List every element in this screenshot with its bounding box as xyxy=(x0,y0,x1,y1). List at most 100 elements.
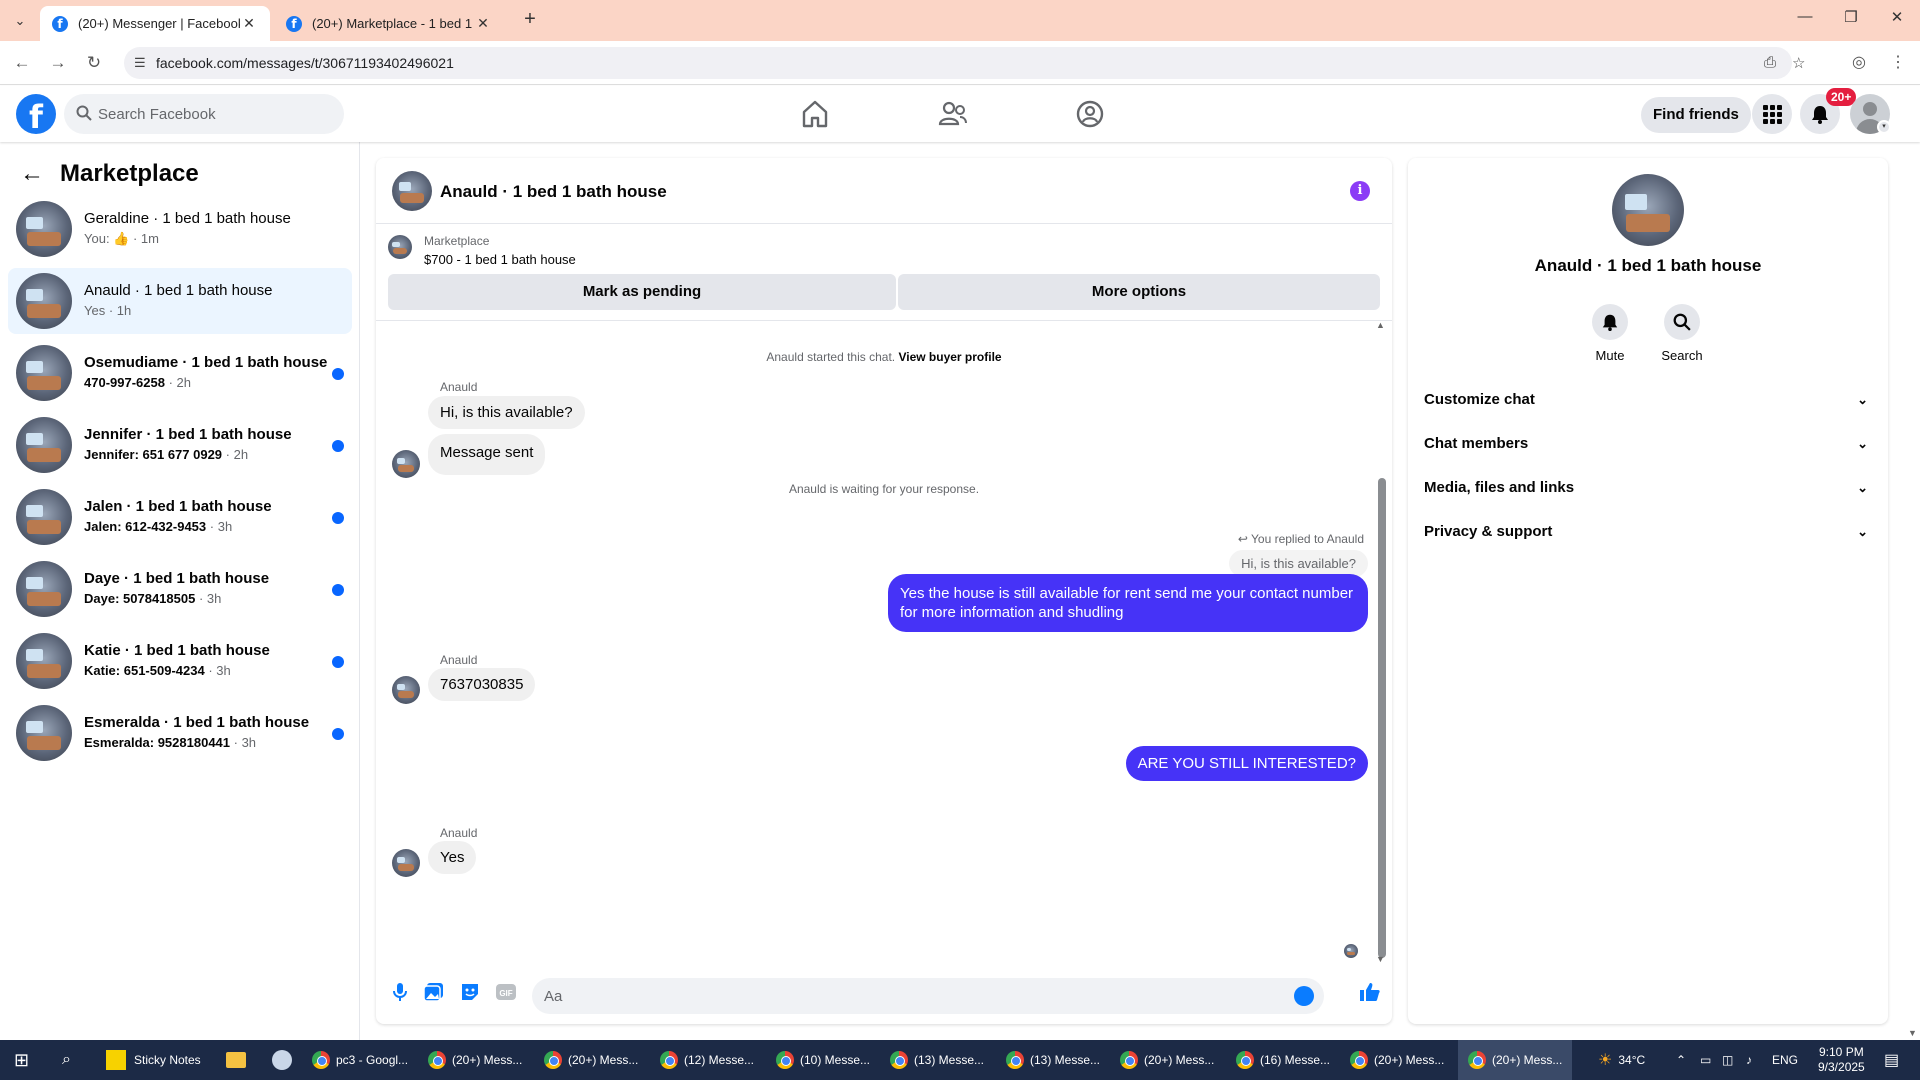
tab-search-icon[interactable]: ⌄ xyxy=(8,10,32,32)
conversation-osemudiame[interactable]: Osemudiame · 1 bed 1 bath house 470-997-… xyxy=(8,340,352,406)
taskbar-chrome-window[interactable]: (16) Messe... xyxy=(1236,1040,1330,1080)
scroll-up-icon: ▲ xyxy=(1376,320,1385,330)
taskbar-chrome-window[interactable]: (13) Messe... xyxy=(1006,1040,1100,1080)
conversation-jennifer[interactable]: Jennifer · 1 bed 1 bath house Jennifer: … xyxy=(8,412,352,478)
conversation-geraldine[interactable]: Geraldine · 1 bed 1 bath house You: 👍 · … xyxy=(8,196,352,262)
conversation-esmeralda[interactable]: Esmeralda · 1 bed 1 bath house Esmeralda… xyxy=(8,700,352,766)
restore-icon[interactable]: ❐ xyxy=(1836,8,1866,26)
chat-members-row[interactable]: Chat members ⌄ xyxy=(1424,422,1872,466)
customize-chat-row[interactable]: Customize chat ⌄ xyxy=(1424,378,1872,422)
volume-icon[interactable]: ♪ xyxy=(1746,1040,1752,1080)
message-input[interactable] xyxy=(544,978,1284,1014)
chat-scrollbar[interactable]: ▲ ▼ xyxy=(1376,320,1386,964)
privacy-support-row[interactable]: Privacy & support ⌄ xyxy=(1424,510,1872,554)
install-app-icon[interactable]: ⎙ xyxy=(1764,54,1776,71)
unread-dot xyxy=(332,584,344,596)
taskbar-chrome-window[interactable]: (20+) Mess... xyxy=(1120,1040,1214,1080)
sticker-icon[interactable] xyxy=(458,980,482,1004)
outgoing-message[interactable]: Yes the house is still available for ren… xyxy=(888,574,1368,632)
conversation-jalen[interactable]: Jalen · 1 bed 1 bath house Jalen: 612-43… xyxy=(8,484,352,550)
taskbar-chrome-window-active[interactable]: (20+) Mess... xyxy=(1458,1040,1573,1080)
start-button[interactable]: ⊞ xyxy=(14,1040,29,1080)
info-icon[interactable]: i xyxy=(1350,181,1370,201)
network-icon[interactable]: ▭ xyxy=(1700,1040,1711,1080)
gif-icon[interactable]: GIF xyxy=(494,980,518,1004)
search-icon[interactable]: ⌕ xyxy=(62,1040,71,1080)
media-files-links-row[interactable]: Media, files and links ⌄ xyxy=(1424,466,1872,510)
back-icon[interactable]: ← xyxy=(10,51,34,75)
listing-thumbnail[interactable] xyxy=(388,235,412,259)
conversation-katie[interactable]: Katie · 1 bed 1 bath house Katie: 651-50… xyxy=(8,628,352,694)
taskbar-chrome-window[interactable]: (20+) Mess... xyxy=(544,1040,638,1080)
chat-title[interactable]: Anauld · 1 bed 1 bath house xyxy=(440,182,667,202)
close-tab-icon[interactable]: ✕ xyxy=(474,15,492,32)
emoji-icon[interactable] xyxy=(1294,986,1314,1006)
incoming-message[interactable]: Message sent xyxy=(428,434,546,475)
taskbar-chrome-window[interactable]: (20+) Mess... xyxy=(428,1040,522,1080)
friends-icon[interactable] xyxy=(937,98,969,130)
tab-marketplace[interactable]: f (20+) Marketplace - 1 bed 1 ba ✕ xyxy=(274,6,504,41)
chat-avatar[interactable] xyxy=(392,171,432,211)
page-scrollbar[interactable]: ▲ ▼ xyxy=(1906,86,1920,1040)
close-tab-icon[interactable]: ✕ xyxy=(240,15,258,32)
chevron-down-icon[interactable]: ▾ xyxy=(1877,120,1891,134)
mute-button[interactable]: Mute xyxy=(1580,304,1640,363)
view-buyer-profile-link[interactable]: View buyer profile xyxy=(898,350,1001,364)
taskbar-chrome-window[interactable]: (13) Messe... xyxy=(890,1040,984,1080)
microphone-icon[interactable] xyxy=(388,980,412,1004)
back-arrow-icon[interactable]: ← xyxy=(20,160,44,188)
search-conversation-button[interactable]: Search xyxy=(1652,304,1712,363)
taskbar-chrome-window[interactable]: (20+) Mess... xyxy=(1350,1040,1444,1080)
menu-grid-icon[interactable] xyxy=(1752,94,1792,134)
taskbar-sticky-notes[interactable]: Sticky Notes xyxy=(106,1040,201,1080)
bookmark-star-icon[interactable]: ☆ xyxy=(1792,54,1805,72)
notification-center-icon[interactable]: ▤ xyxy=(1884,1040,1899,1080)
taskbar-chrome-window[interactable]: (10) Messe... xyxy=(776,1040,870,1080)
groups-icon[interactable] xyxy=(1074,98,1106,130)
more-options-button[interactable]: More options xyxy=(898,274,1380,310)
sender-avatar[interactable] xyxy=(392,676,420,704)
mark-as-pending-button[interactable]: Mark as pending xyxy=(388,274,896,310)
thumbs-up-icon[interactable] xyxy=(1358,980,1382,1004)
home-icon[interactable] xyxy=(799,98,831,130)
search-input[interactable] xyxy=(98,94,328,134)
facebook-logo-icon[interactable]: f xyxy=(16,94,56,134)
tab-messenger[interactable]: f (20+) Messenger | Facebook ✕ xyxy=(40,6,270,41)
address-bar[interactable]: ☰ facebook.com/messages/t/30671193402496… xyxy=(124,47,1805,79)
sender-avatar[interactable] xyxy=(392,450,420,478)
minimize-icon[interactable]: — xyxy=(1790,8,1820,25)
taskbar-chrome-window[interactable]: (12) Messe... xyxy=(660,1040,754,1080)
sidebar-title: Marketplace xyxy=(60,160,199,187)
profile-icon[interactable]: ◎ xyxy=(1852,52,1866,72)
language-indicator[interactable]: ENG xyxy=(1772,1040,1798,1080)
reload-icon[interactable]: ↻ xyxy=(82,51,106,75)
conversation-daye[interactable]: Daye · 1 bed 1 bath house Daye: 50784185… xyxy=(8,556,352,622)
find-friends-button[interactable]: Find friends xyxy=(1641,97,1751,133)
close-window-icon[interactable]: ✕ xyxy=(1882,8,1912,26)
site-info-icon[interactable]: ☰ xyxy=(134,55,146,71)
photo-icon[interactable] xyxy=(422,980,446,1004)
sender-avatar[interactable] xyxy=(392,849,420,877)
wifi-icon[interactable]: ◫ xyxy=(1722,1040,1733,1080)
incoming-message[interactable]: Yes xyxy=(428,841,477,874)
reply-quote[interactable]: Hi, is this available? xyxy=(1229,550,1368,577)
weather-widget[interactable]: ☀ 34°C xyxy=(1598,1040,1645,1080)
forward-icon[interactable]: → xyxy=(46,51,70,75)
facebook-search[interactable] xyxy=(64,94,344,134)
incoming-message[interactable]: Hi, is this available? xyxy=(428,396,585,429)
app-icon[interactable] xyxy=(272,1040,292,1080)
tray-chevron-icon[interactable]: ⌃ xyxy=(1676,1040,1686,1080)
listing-price[interactable]: $700 - 1 bed 1 bath house xyxy=(424,252,576,267)
conversation-anauld[interactable]: Anauld · 1 bed 1 bath house Yes · 1h xyxy=(8,268,352,334)
taskbar-chrome-window[interactable]: pc3 - Googl... xyxy=(312,1040,408,1080)
avatar xyxy=(16,633,72,689)
outgoing-message[interactable]: ARE YOU STILL INTERESTED? xyxy=(1125,746,1368,781)
menu-dots-icon[interactable]: ⋮ xyxy=(1890,52,1906,72)
new-tab-button[interactable]: + xyxy=(520,8,540,31)
clock[interactable]: 9:10 PM 9/3/2025 xyxy=(1818,1040,1865,1080)
contact-avatar[interactable] xyxy=(1612,174,1684,246)
scrollbar-thumb[interactable] xyxy=(1378,478,1386,958)
conversation-name: Jennifer · 1 bed 1 bath house xyxy=(84,426,292,443)
incoming-message[interactable]: 7637030835 xyxy=(428,668,536,701)
file-explorer-icon[interactable] xyxy=(226,1040,246,1080)
